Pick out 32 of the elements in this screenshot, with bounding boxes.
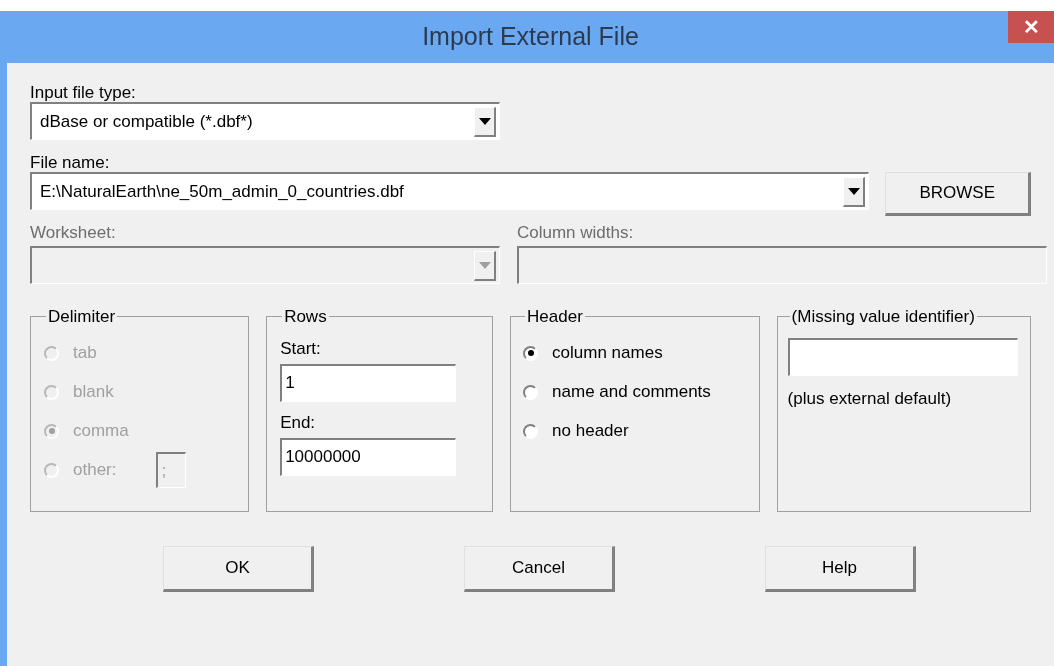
dialog-button[interactable]: Help	[765, 546, 916, 592]
radio-label: column names	[552, 342, 663, 365]
group-title: (Missing value identifier)	[791, 307, 975, 326]
radio-button[interactable]	[523, 384, 539, 400]
field-label: Start:	[280, 337, 322, 360]
field-label: Input file type:	[30, 82, 137, 102]
radio-button[interactable]	[523, 423, 539, 439]
radio-label: no header	[552, 420, 629, 443]
missing-value-field[interactable]	[787, 337, 1018, 376]
close-button[interactable]: ✕	[1008, 11, 1054, 43]
radio-button[interactable]	[523, 345, 539, 361]
start-row-field[interactable]: 1	[280, 363, 457, 402]
field-label: End:	[280, 411, 317, 434]
file-name-dropdown[interactable]: E:\NaturalEarth\ne_50m_admin_0_countries.dbf	[30, 172, 870, 210]
group-title: Rows	[284, 307, 327, 326]
dialog-button[interactable]: Cancel	[464, 546, 615, 592]
field-label: Worksheet:	[30, 222, 117, 244]
radio-label: name and comments	[552, 381, 711, 404]
field-label: Column widths:	[517, 222, 635, 244]
radio-label: blank	[73, 381, 114, 404]
dialog-button[interactable]: OK	[163, 546, 314, 592]
group-title: Header	[527, 307, 583, 326]
radio-label: tab	[73, 342, 97, 365]
end-row-field[interactable]: 10000000	[280, 437, 457, 476]
hint-text: (plus external default)	[787, 387, 953, 410]
group-title: Delimiter	[48, 307, 116, 326]
radio-label: comma	[73, 420, 129, 443]
file-type-dropdown[interactable]: dBase or compatible (*.dbf*)	[30, 102, 500, 140]
window-title: Import External File	[422, 21, 639, 52]
radio-label: other:	[73, 459, 117, 482]
browse-button[interactable]: BROWSE	[885, 172, 1031, 216]
field-label: File name:	[30, 152, 111, 172]
